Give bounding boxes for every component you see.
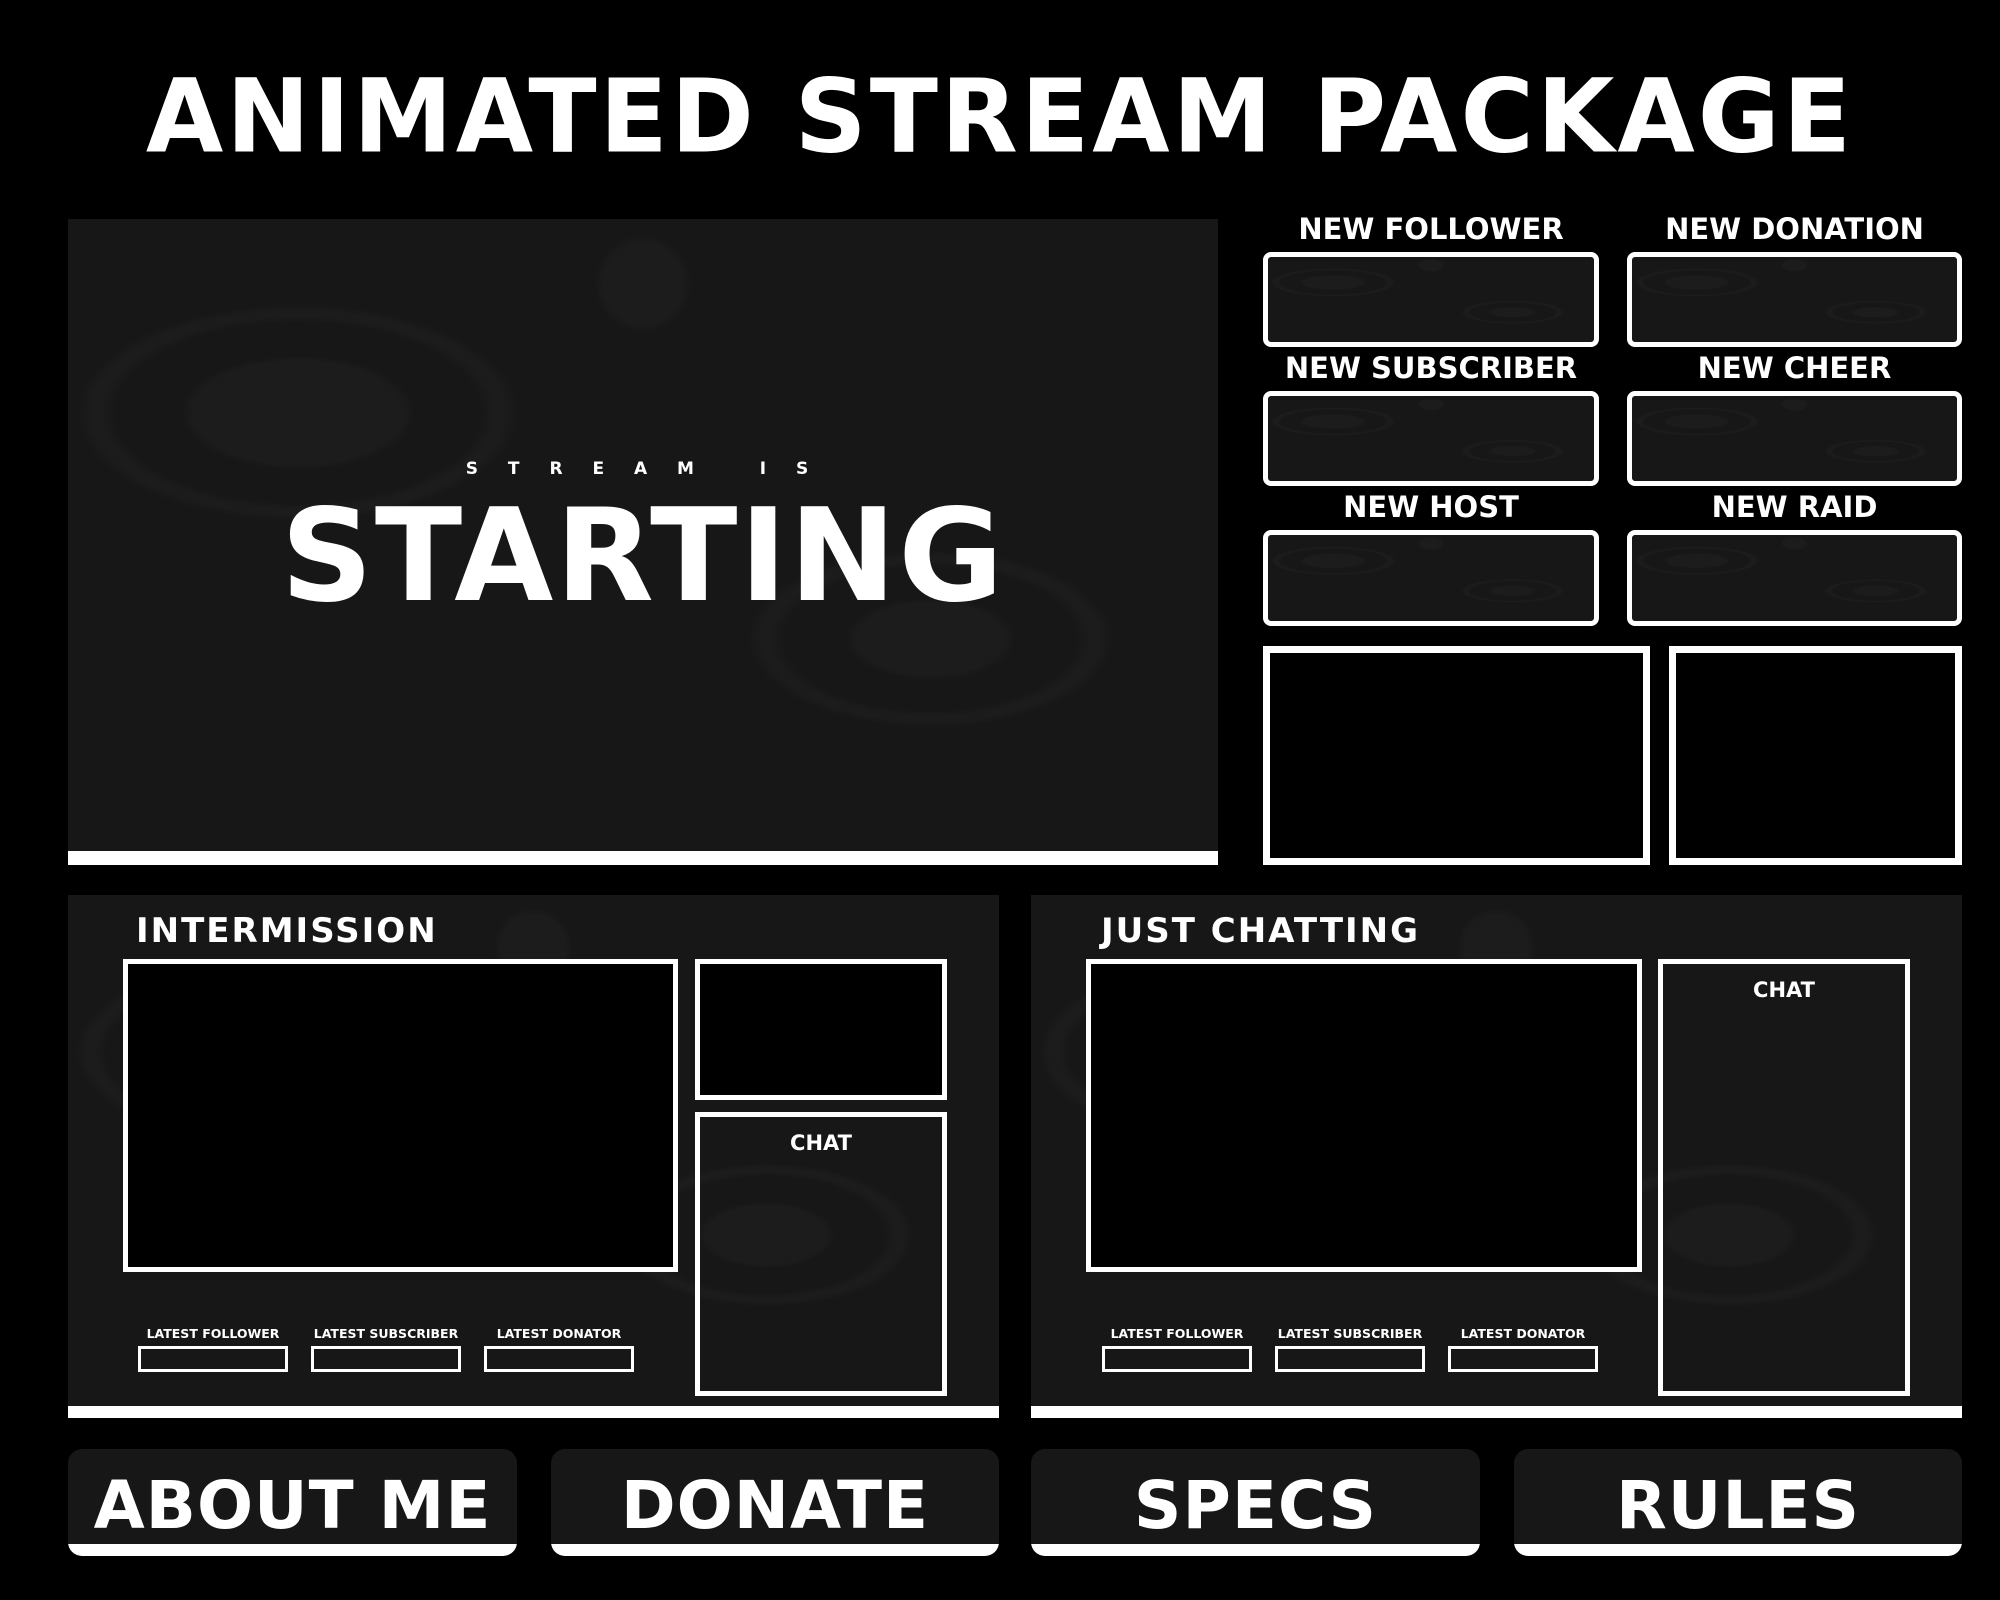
starting-headline: STARTING	[280, 482, 1006, 631]
donate-panel-button[interactable]: DONATE	[551, 1449, 999, 1556]
intermission-main-frame	[123, 959, 678, 1272]
alert-box-new-follower	[1263, 252, 1599, 347]
alert-label-new-cheer: NEW CHEER	[1697, 351, 1892, 385]
just-chatting-chat-label: CHAT	[1753, 978, 1815, 1002]
alert-box-new-donation	[1627, 252, 1962, 347]
just-chatting-chat-frame: CHAT	[1658, 959, 1910, 1396]
just-chatting-latest-follower-label: LATEST FOLLOWER	[1110, 1326, 1244, 1341]
alert-label-new-donation: NEW DONATION	[1665, 212, 1924, 246]
just-chatting-scene: JUST CHATTING CHAT LATEST FOLLOWER LATES…	[1031, 895, 1962, 1418]
about-me-panel-button[interactable]: ABOUT ME	[68, 1449, 517, 1556]
intermission-latest-follower-label: LATEST FOLLOWER	[146, 1326, 280, 1341]
alert-label-new-raid: NEW RAID	[1711, 490, 1878, 524]
intermission-latest-follower-box	[138, 1346, 288, 1372]
intermission-bottom-bar	[68, 1406, 999, 1418]
intermission-chat-frame: CHAT	[695, 1112, 947, 1396]
about-me-bar	[68, 1544, 517, 1556]
just-chatting-bottom-bar	[1031, 1406, 1962, 1418]
page-title: ANIMATED STREAM PACKAGE	[145, 56, 1855, 177]
intermission-chat-label: CHAT	[790, 1131, 852, 1155]
just-chatting-latest-subscriber-label: LATEST SUBSCRIBER	[1277, 1326, 1423, 1341]
about-me-label: ABOUT ME	[93, 1467, 492, 1544]
intermission-latest-subscriber-box	[311, 1346, 461, 1372]
alert-label-new-host: NEW HOST	[1343, 490, 1519, 524]
intermission-latest-subscriber-label: LATEST SUBSCRIBER	[313, 1326, 459, 1341]
webcam-frame-square	[1669, 646, 1962, 865]
donate-bar	[551, 1544, 999, 1556]
rules-panel-button[interactable]: RULES	[1514, 1449, 1962, 1556]
donate-label: DONATE	[620, 1467, 930, 1544]
rules-bar	[1514, 1544, 1962, 1556]
intermission-scene: INTERMISSION CHAT LATEST FOLLOWER LATEST…	[68, 895, 999, 1418]
alert-box-new-host	[1263, 530, 1599, 626]
starting-bottom-bar	[68, 851, 1218, 865]
specs-panel-button[interactable]: SPECS	[1031, 1449, 1480, 1556]
webcam-frame-wide	[1263, 646, 1650, 865]
rules-label: RULES	[1615, 1467, 1861, 1544]
intermission-latest-donator-label: LATEST DONATOR	[496, 1326, 622, 1341]
intermission-cam-frame	[695, 959, 947, 1100]
alert-label-new-subscriber: NEW SUBSCRIBER	[1284, 351, 1578, 385]
just-chatting-latest-follower-box	[1102, 1346, 1252, 1372]
starting-screen-preview: S T R E A M I S STARTING	[68, 219, 1218, 865]
just-chatting-main-frame	[1086, 959, 1642, 1272]
alert-box-new-cheer	[1627, 391, 1962, 486]
just-chatting-latest-donator-box	[1448, 1346, 1598, 1372]
just-chatting-title: JUST CHATTING	[1101, 911, 1421, 951]
specs-bar	[1031, 1544, 1480, 1556]
intermission-title: INTERMISSION	[136, 911, 438, 951]
alert-box-new-raid	[1627, 530, 1962, 626]
alert-label-new-follower: NEW FOLLOWER	[1298, 212, 1564, 246]
alert-box-new-subscriber	[1263, 391, 1599, 486]
intermission-latest-donator-box	[484, 1346, 634, 1372]
starting-subtitle: S T R E A M I S	[465, 459, 821, 479]
specs-label: SPECS	[1133, 1467, 1378, 1544]
just-chatting-latest-subscriber-box	[1275, 1346, 1425, 1372]
just-chatting-latest-donator-label: LATEST DONATOR	[1460, 1326, 1586, 1341]
